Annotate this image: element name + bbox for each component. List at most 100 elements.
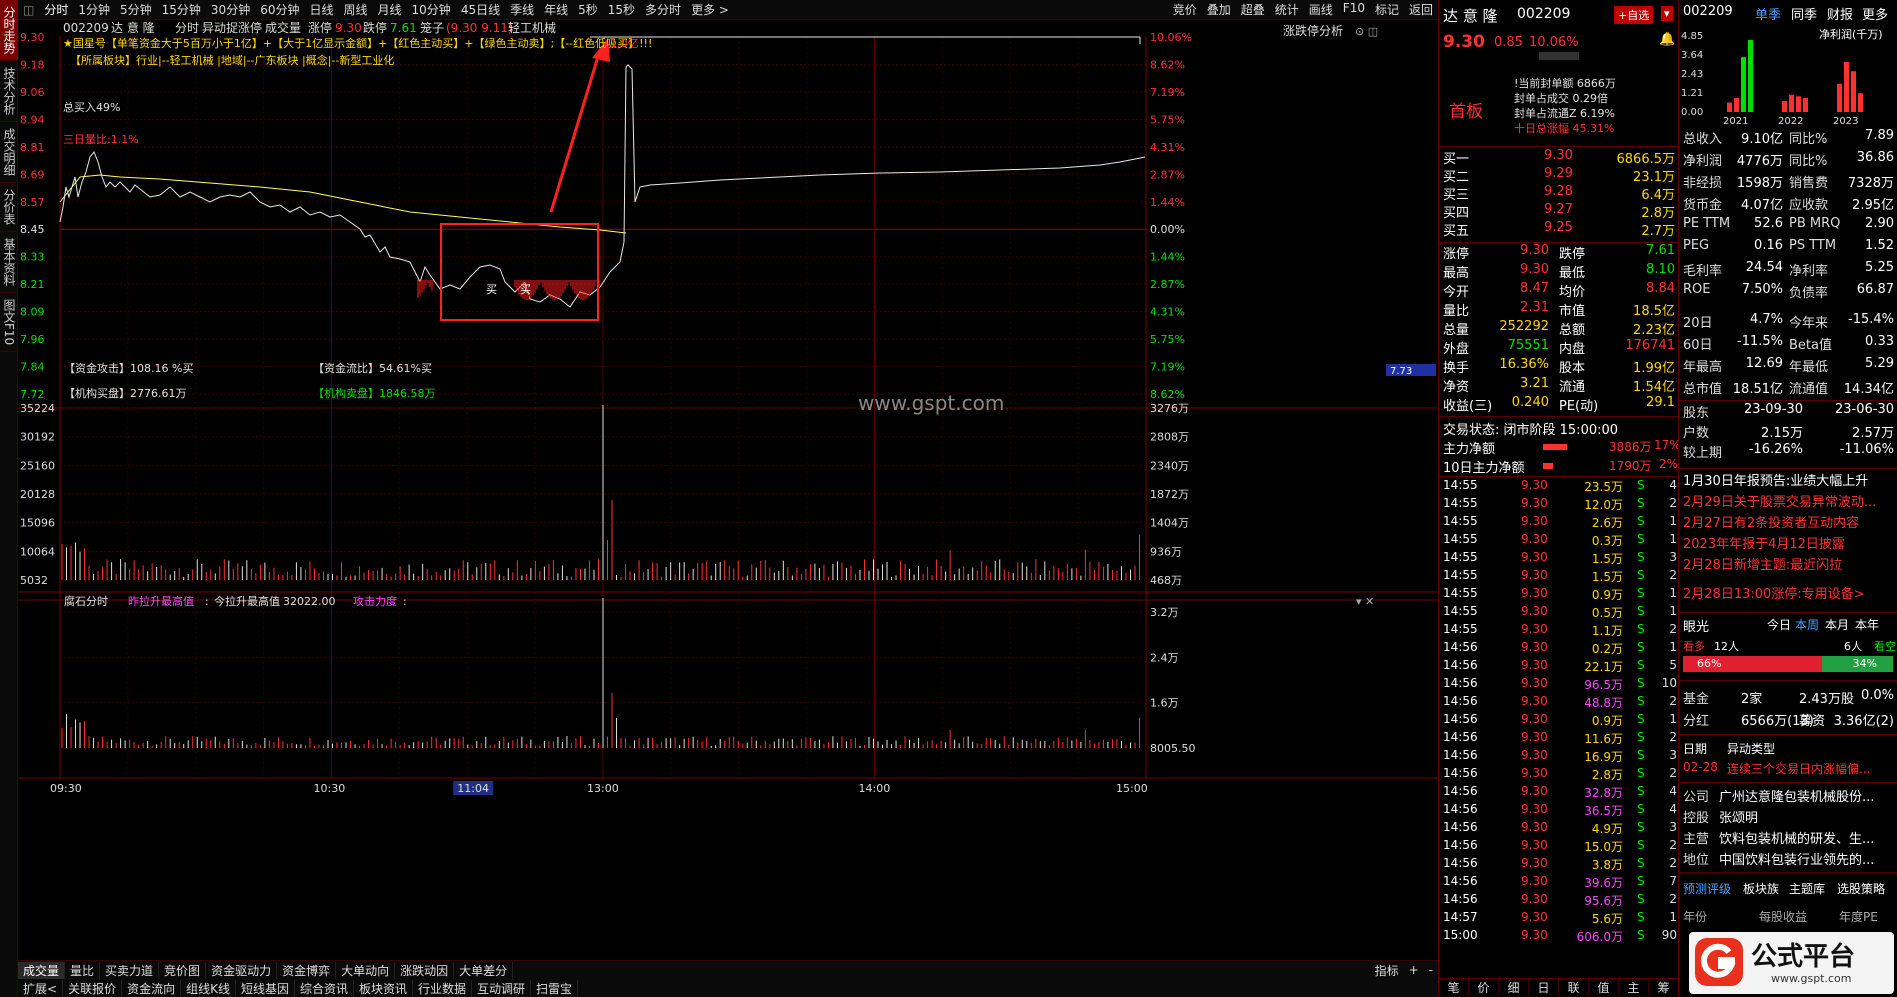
news-item[interactable]: 2月29日关于股票交易异常波动...: [1683, 491, 1895, 511]
btab2-sector-news[interactable]: 板块资讯: [354, 979, 414, 997]
tab-intraday[interactable]: 分时走势: [0, 0, 18, 61]
eye-tab-year[interactable]: 本年: [1855, 616, 1879, 633]
btn-auction[interactable]: 竞价: [1168, 1, 1202, 18]
tab-trade-detail[interactable]: 成交明细: [0, 122, 18, 183]
period-month[interactable]: 月线: [373, 1, 407, 18]
tab-price-table[interactable]: 分价表: [0, 183, 18, 232]
period-multi[interactable]: 多分时: [640, 1, 686, 18]
forecast-rating-link[interactable]: 预测评级: [1683, 880, 1731, 897]
quote-bottom-tab[interactable]: 细: [1499, 979, 1529, 996]
price-tick-label: 8.09: [20, 306, 45, 319]
btab2-related[interactable]: 关联报价: [63, 979, 123, 997]
period-10m[interactable]: 10分钟: [407, 1, 456, 18]
quote-bottom-tab[interactable]: 联: [1559, 979, 1589, 996]
eye-tab-month[interactable]: 本月: [1825, 616, 1849, 633]
bid-row[interactable]: 买五 9.25 2.7万: [1439, 220, 1679, 239]
quote-bottom-tab[interactable]: 主: [1619, 979, 1649, 996]
watchlist-dropdown-icon[interactable]: ▾: [1661, 6, 1673, 21]
btn-indicator[interactable]: 指标: [1370, 962, 1404, 979]
quote-bottom-tab[interactable]: 值: [1589, 979, 1619, 996]
sub-close-icon[interactable]: ▾ ✕: [1356, 595, 1374, 608]
btab-fund-game[interactable]: 资金博弈: [277, 961, 337, 979]
btab2-industry[interactable]: 行业数据: [413, 979, 473, 997]
btab2-survey[interactable]: 互动调研: [472, 979, 532, 997]
btab2-gene[interactable]: 短线基因: [236, 979, 295, 997]
news-item[interactable]: 2月28日13:00涨停:专用设备>: [1683, 583, 1895, 603]
company-label: 地位: [1683, 853, 1710, 868]
tick-list[interactable]: 14:55 9.30 23.5万 S 4 14:55 9.30 12.0万 S 2 14:55 9.3…: [1439, 478, 1679, 968]
news-item[interactable]: 2023年年报于4月12日披露: [1683, 533, 1895, 553]
btab-volume[interactable]: 成交量: [18, 961, 66, 979]
btab2-expand[interactable]: 扩展<: [18, 979, 64, 997]
period-60m[interactable]: 60分钟: [255, 1, 304, 18]
bid-row[interactable]: 买四 9.27 2.8万: [1439, 202, 1679, 221]
anomaly-type[interactable]: 连续三个交易日内涨幅偏...: [1727, 760, 1870, 777]
sub-tick-label: 2.4万: [1150, 651, 1179, 664]
tick-row: 14:56 9.30 15.0万 S 2: [1439, 838, 1679, 856]
stat-value: 1.54亿: [1633, 380, 1675, 395]
btn-super-overlay[interactable]: 超叠: [1236, 1, 1270, 18]
btn-overlay[interactable]: 叠加: [1202, 1, 1236, 18]
settings-icon[interactable]: ⊙ ◫: [1355, 25, 1378, 38]
btab-big-order[interactable]: 大单动向: [336, 961, 396, 979]
btn-f10[interactable]: F10: [1338, 1, 1370, 18]
quote-bottom-tab[interactable]: 日: [1529, 979, 1559, 996]
quote-bottom-tab[interactable]: 价: [1469, 979, 1499, 996]
quote-bottom-tab[interactable]: 筹: [1649, 979, 1679, 996]
btab2-group-k[interactable]: 组线K线: [181, 979, 236, 997]
tab-basic-info[interactable]: 基本资料: [0, 232, 18, 293]
period-week[interactable]: 周线: [339, 1, 373, 18]
news-item[interactable]: 1月30日年报预告:业绩大幅上升: [1683, 470, 1895, 490]
btn-mark[interactable]: 标记: [1370, 1, 1404, 18]
sector-family-link[interactable]: 板块族: [1743, 880, 1779, 897]
vol-amount-label: 3276万: [1150, 402, 1189, 415]
limit-analysis-button[interactable]: 涨跌停分析: [1283, 23, 1343, 38]
period-quarter[interactable]: 季线: [505, 1, 539, 18]
theme-library-link[interactable]: 主题库: [1789, 880, 1825, 897]
bid-row[interactable]: 买二 9.29 23.1万: [1439, 166, 1679, 185]
btn-draw[interactable]: 画线: [1304, 1, 1338, 18]
intraday-chart[interactable]: 002209 达 意 隆 分时 异动捉涨停 成交量 涨停 9.30 跌停 7.6…: [18, 20, 1438, 960]
period-year[interactable]: 年线: [539, 1, 573, 18]
tab-f10[interactable]: 图文F10: [0, 293, 18, 353]
bell-icon[interactable]: 🔔: [1659, 32, 1675, 47]
btab2-news[interactable]: 综合资讯: [295, 979, 354, 997]
btab-volratio[interactable]: 量比: [65, 961, 101, 979]
tab-technical[interactable]: 技术分析: [0, 61, 18, 122]
btn-zoom-out[interactable]: -: [1424, 963, 1438, 977]
btn-stats[interactable]: 统计: [1270, 1, 1304, 18]
period-1m[interactable]: 1分钟: [73, 1, 115, 18]
tick-time: 14:55: [1443, 586, 1478, 600]
eye-tab-week[interactable]: 本周: [1795, 616, 1819, 633]
btn-back[interactable]: 返回: [1404, 1, 1438, 18]
btab-auction[interactable]: 竞价图: [159, 961, 207, 979]
period-5s[interactable]: 5秒: [573, 1, 603, 18]
period-15m[interactable]: 15分钟: [157, 1, 206, 18]
period-30m[interactable]: 30分钟: [206, 1, 255, 18]
btab2-minesweeper[interactable]: 扫雷宝: [531, 979, 579, 997]
btn-zoom-in[interactable]: +: [1404, 963, 1424, 977]
main-net-pct: 17%: [1654, 438, 1681, 452]
stock-strategy-link[interactable]: 选股策略: [1837, 880, 1885, 897]
btab-buysell[interactable]: 买卖力道: [100, 961, 160, 979]
quote-bottom-tab[interactable]: 笔: [1439, 979, 1469, 996]
btab-fund-drive[interactable]: 资金驱动力: [206, 961, 278, 979]
period-more[interactable]: 更多 >: [686, 1, 734, 18]
btab-cause[interactable]: 涨跌动因: [395, 961, 455, 979]
news-item[interactable]: 2月28日新增主题:最近闪拉: [1683, 554, 1895, 574]
period-45d[interactable]: 45日线: [456, 1, 505, 18]
bid-row[interactable]: 买一 9.30 6866.5万: [1439, 148, 1679, 167]
period-15s[interactable]: 15秒: [603, 1, 640, 18]
period-intraday[interactable]: 分时: [39, 1, 73, 18]
period-day[interactable]: 日线: [304, 1, 338, 18]
toolbar-menu-icon[interactable]: ◫: [18, 3, 39, 17]
btab-big-diff[interactable]: 大单差分: [454, 961, 514, 979]
period-5m[interactable]: 5分钟: [115, 1, 157, 18]
add-watchlist-button[interactable]: +自选: [1614, 6, 1654, 24]
btab2-fundflow[interactable]: 资金流向: [122, 979, 182, 997]
bid-row[interactable]: 买三 9.28 6.4万: [1439, 184, 1679, 203]
news-item[interactable]: 2月27日有2条投资者互动内容: [1683, 512, 1895, 532]
fin-code: 002209: [1683, 4, 1733, 19]
eye-tab-today[interactable]: 今日: [1767, 616, 1791, 633]
collapse-handle[interactable]: [1539, 52, 1579, 60]
